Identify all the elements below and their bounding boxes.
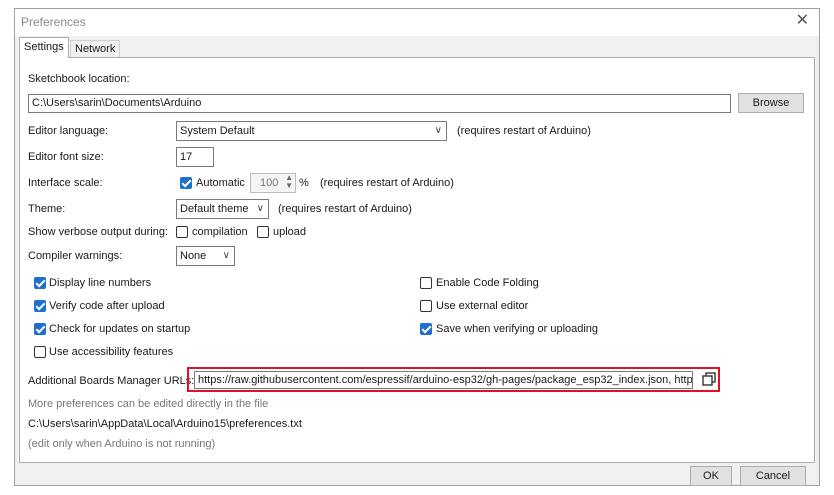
theme-note: (requires restart of Arduino) <box>278 203 412 215</box>
spinner-arrows-icon[interactable]: ▲ ▼ <box>285 174 293 190</box>
upload-checkbox[interactable] <box>257 226 269 238</box>
check-updates-checkbox[interactable] <box>34 323 46 335</box>
upload-label: upload <box>273 226 307 238</box>
theme-value: Default theme <box>180 203 249 215</box>
chevron-down-icon: ∨ <box>434 125 442 136</box>
editor-language-select[interactable]: System Default ∨ <box>176 121 447 141</box>
open-urls-window-icon[interactable] <box>702 372 716 386</box>
save-when-verifying-checkbox[interactable] <box>420 323 432 335</box>
percent-unit: % <box>299 177 309 189</box>
boards-urls-label: Additional Boards Manager URLs: <box>28 375 195 387</box>
title-bar: Preferences ✕ <box>15 9 819 36</box>
verify-code-label: Verify code after upload <box>49 300 165 312</box>
settings-panel: Sketchbook location: C:\Users\sarin\Docu… <box>19 57 815 463</box>
ok-button[interactable]: OK <box>690 466 732 486</box>
chevron-down-icon: ∨ <box>222 250 230 261</box>
verify-code-checkbox[interactable] <box>34 300 46 312</box>
browse-button[interactable]: Browse <box>738 93 804 113</box>
close-icon[interactable]: ✕ <box>796 13 809 29</box>
font-size-input[interactable]: 17 <box>176 147 214 167</box>
code-folding-checkbox[interactable] <box>420 277 432 289</box>
tab-network[interactable]: Network <box>70 40 121 58</box>
editor-language-value: System Default <box>180 125 255 137</box>
compilation-checkbox[interactable] <box>176 226 188 238</box>
editor-language-label: Editor language: <box>28 125 109 137</box>
compiler-warnings-label: Compiler warnings: <box>28 250 123 262</box>
theme-label: Theme: <box>28 203 66 215</box>
interface-scale-value: 100 <box>260 177 279 189</box>
compiler-warnings-value: None <box>180 250 207 262</box>
automatic-label: Automatic <box>196 177 245 189</box>
accessibility-checkbox[interactable] <box>34 346 46 358</box>
window-title: Preferences <box>21 15 86 29</box>
boards-urls-input[interactable]: https://raw.githubusercontent.com/espres… <box>194 371 693 389</box>
verbose-label: Show verbose output during: <box>28 226 169 238</box>
interface-scale-note: (requires restart of Arduino) <box>320 177 454 189</box>
preferences-file-path[interactable]: C:\Users\sarin\AppData\Local\Arduino15\p… <box>28 418 302 430</box>
sketchbook-location-input[interactable]: C:\Users\sarin\Documents\Arduino <box>28 94 731 113</box>
compiler-warnings-select[interactable]: None ∨ <box>176 246 235 266</box>
display-line-numbers-checkbox[interactable] <box>34 277 46 289</box>
display-line-numbers-label: Display line numbers <box>49 277 152 289</box>
interface-scale-label: Interface scale: <box>28 177 103 189</box>
interface-scale-spinner[interactable]: 100 ▲ ▼ <box>250 173 296 193</box>
theme-select[interactable]: Default theme ∨ <box>176 199 269 219</box>
font-size-label: Editor font size: <box>28 151 104 163</box>
automatic-checkbox[interactable] <box>180 177 192 189</box>
cancel-button[interactable]: Cancel <box>740 466 806 486</box>
code-folding-label: Enable Code Folding <box>436 277 539 289</box>
tab-settings[interactable]: Settings <box>19 37 69 58</box>
more-prefs-text: More preferences can be edited directly … <box>28 398 269 410</box>
external-editor-label: Use external editor <box>436 300 529 312</box>
save-when-verifying-label: Save when verifying or uploading <box>436 323 599 335</box>
accessibility-label: Use accessibility features <box>49 346 174 358</box>
edit-note: (edit only when Arduino is not running) <box>28 438 216 450</box>
sketchbook-label: Sketchbook location: <box>28 73 130 85</box>
chevron-down-icon: ∨ <box>256 203 264 214</box>
editor-language-note: (requires restart of Arduino) <box>457 125 591 137</box>
preferences-window: Preferences ✕ Settings Network Sketchboo… <box>14 8 820 486</box>
check-updates-label: Check for updates on startup <box>49 323 191 335</box>
external-editor-checkbox[interactable] <box>420 300 432 312</box>
compilation-label: compilation <box>192 226 248 238</box>
